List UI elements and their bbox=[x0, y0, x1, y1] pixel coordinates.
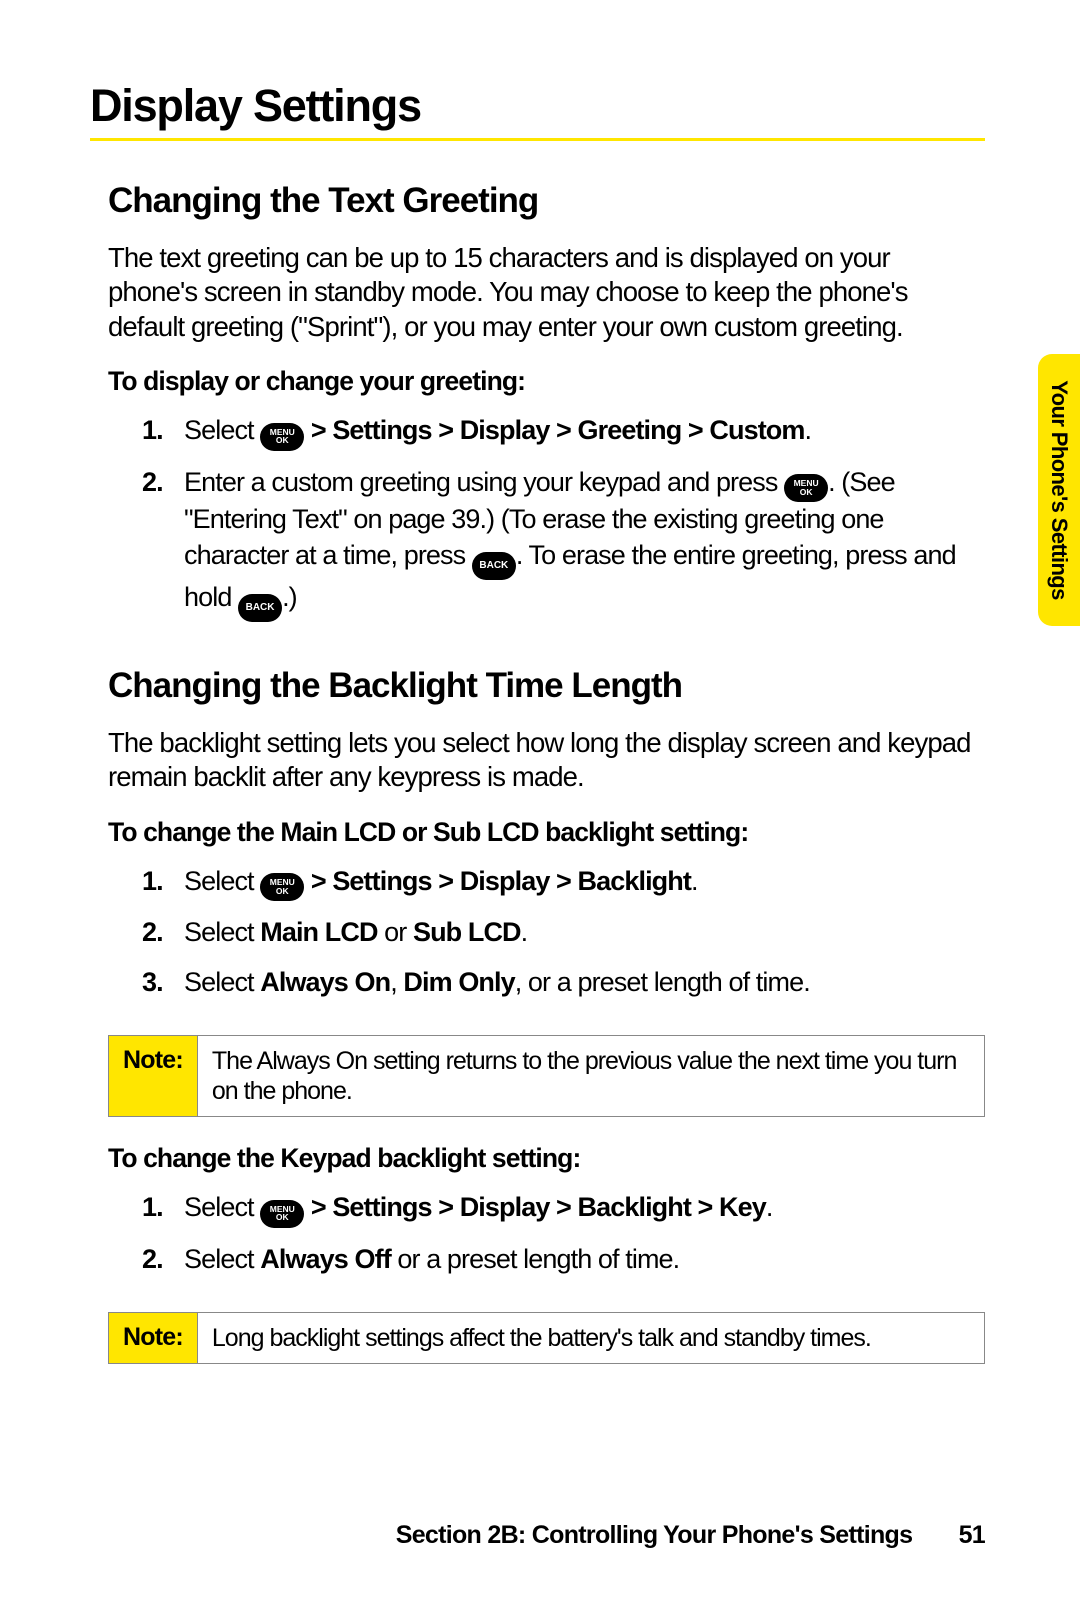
heading-greeting: Changing the Text Greeting bbox=[108, 181, 985, 221]
menu-ok-icon: MENUOK bbox=[260, 423, 304, 451]
menu-ok-icon: MENUOK bbox=[784, 474, 828, 502]
back-icon: BACK bbox=[472, 552, 516, 580]
side-tab: Your Phone's Settings bbox=[1038, 354, 1080, 626]
text: Enter a custom greeting using your keypa… bbox=[184, 467, 784, 497]
page-number: 51 bbox=[959, 1521, 985, 1550]
greeting-step-1: 1. Select MENUOK > Settings > Display > … bbox=[142, 413, 985, 451]
path-bold: > Settings > Display > Backlight bbox=[304, 866, 691, 896]
bold: Main LCD bbox=[260, 917, 377, 947]
path-bold: > Settings > Display > Backlight > Key bbox=[304, 1192, 766, 1222]
lcd-step-1: 1. Select MENUOK > Settings > Display > … bbox=[142, 864, 985, 902]
note-label: Note: bbox=[109, 1313, 198, 1363]
note-box-2: Note: Long backlight settings affect the… bbox=[108, 1312, 985, 1364]
path-bold: > Settings > Display > Greeting > Custom bbox=[304, 415, 804, 445]
text: Select bbox=[184, 917, 260, 947]
back-icon: BACK bbox=[238, 594, 282, 622]
text: Select bbox=[184, 967, 260, 997]
backlight-keypad-lead: To change the Keypad backlight setting: bbox=[108, 1143, 985, 1174]
note-text: Long backlight settings affect the batte… bbox=[198, 1313, 984, 1363]
text: , bbox=[390, 967, 403, 997]
text: or a preset length of time. bbox=[391, 1244, 679, 1274]
keypad-step-1: 1. Select MENUOK > Settings > Display > … bbox=[142, 1190, 985, 1228]
footer-section-text: Section 2B: Controlling Your Phone's Set… bbox=[396, 1521, 913, 1549]
keypad-steps: 1. Select MENUOK > Settings > Display > … bbox=[142, 1190, 985, 1277]
text: Select bbox=[184, 1244, 260, 1274]
greeting-steps: 1. Select MENUOK > Settings > Display > … bbox=[142, 413, 985, 622]
greeting-lead: To display or change your greeting: bbox=[108, 366, 985, 397]
bold: Sub LCD bbox=[413, 917, 521, 947]
backlight-lcd-lead: To change the Main LCD or Sub LCD backli… bbox=[108, 817, 985, 848]
text: Select bbox=[184, 866, 260, 896]
text: , or a preset length of time. bbox=[515, 967, 810, 997]
note-box-1: Note: The Always On setting returns to t… bbox=[108, 1035, 985, 1117]
text: Select bbox=[184, 415, 260, 445]
text: Select bbox=[184, 1192, 260, 1222]
title-rule bbox=[90, 138, 985, 141]
bold: Dim Only bbox=[403, 967, 514, 997]
page-content: Display Settings Changing the Text Greet… bbox=[0, 0, 1080, 1364]
lcd-step-2: 2. Select Main LCD or Sub LCD. bbox=[142, 915, 985, 951]
bold: Always On bbox=[260, 967, 390, 997]
page-footer: Section 2B: Controlling Your Phone's Set… bbox=[0, 1521, 1080, 1550]
page-title: Display Settings bbox=[90, 80, 985, 132]
note-label: Note: bbox=[109, 1036, 198, 1116]
lcd-steps: 1. Select MENUOK > Settings > Display > … bbox=[142, 864, 985, 1001]
greeting-step-2: 2. Enter a custom greeting using your ke… bbox=[142, 465, 985, 622]
text: or bbox=[378, 917, 413, 947]
side-tab-label: Your Phone's Settings bbox=[1046, 380, 1072, 600]
note-text: The Always On setting returns to the pre… bbox=[198, 1036, 984, 1116]
keypad-step-2: 2. Select Always Off or a preset length … bbox=[142, 1242, 985, 1278]
greeting-intro: The text greeting can be up to 15 charac… bbox=[108, 241, 985, 344]
menu-ok-icon: MENUOK bbox=[260, 873, 304, 901]
text: .) bbox=[282, 582, 297, 612]
heading-backlight: Changing the Backlight Time Length bbox=[108, 666, 985, 706]
menu-ok-icon: MENUOK bbox=[260, 1200, 304, 1228]
bold: Always Off bbox=[260, 1244, 391, 1274]
lcd-step-3: 3. Select Always On, Dim Only, or a pres… bbox=[142, 965, 985, 1001]
backlight-intro: The backlight setting lets you select ho… bbox=[108, 726, 985, 795]
